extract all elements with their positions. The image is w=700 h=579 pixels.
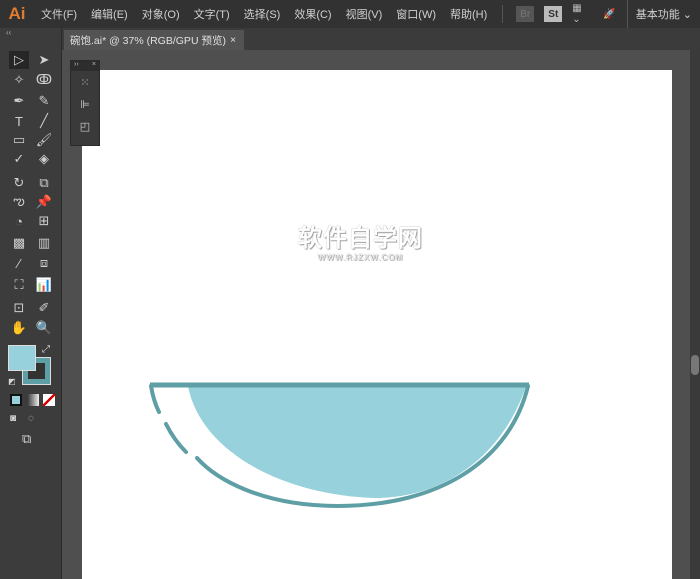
transform-icon[interactable]: ⁙ <box>71 71 99 93</box>
bowl-fill <box>188 386 526 498</box>
bowl-left-edge <box>149 384 161 414</box>
align-panel: ›› × ⁙ ⊫ ◰ <box>70 60 100 146</box>
bowl-illustration <box>149 382 530 509</box>
close-icon[interactable]: × <box>92 61 96 71</box>
pathfinder-icon[interactable]: ◰ <box>71 115 99 137</box>
bowl-dash <box>164 422 188 454</box>
watermark-main: 软件自学网 <box>298 225 423 252</box>
expand-icon[interactable]: ›› <box>74 61 79 71</box>
watermark: 软件自学网 WWW.RJZXW.COM <box>298 218 423 262</box>
watermark-url: WWW.RJZXW.COM <box>317 253 404 262</box>
align-icon[interactable]: ⊫ <box>71 93 99 115</box>
